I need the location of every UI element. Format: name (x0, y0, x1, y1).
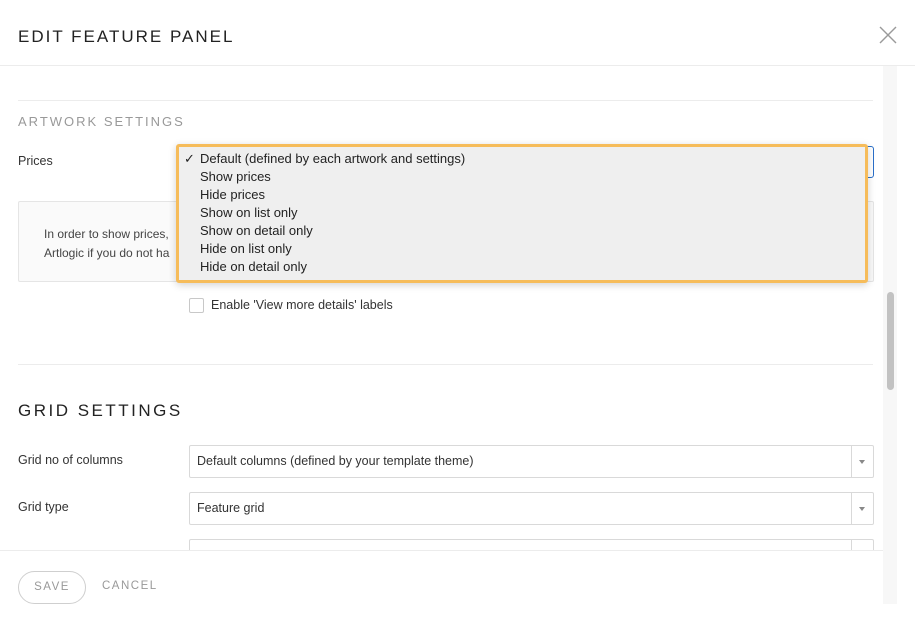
prices-option[interactable]: Hide prices (200, 187, 265, 202)
panel-content: ARTWORK SETTINGS Prices In order to show… (0, 66, 883, 550)
scrollbar-thumb[interactable] (887, 292, 894, 390)
prices-option[interactable]: Default (defined by each artwork and set… (200, 151, 465, 166)
save-button[interactable]: SAVE (18, 571, 86, 604)
close-icon[interactable] (878, 25, 898, 45)
panel-title: EDIT FEATURE PANEL (18, 27, 235, 46)
notice-line-2: Artlogic if you do not ha (44, 246, 170, 260)
prices-option[interactable]: Hide on list only (200, 241, 292, 256)
prices-option[interactable]: Show on list only (200, 205, 298, 220)
prices-option[interactable]: Show on detail only (200, 223, 313, 238)
view-more-details-checkbox[interactable] (189, 297, 204, 313)
view-more-details-label: Enable 'View more details' labels (211, 298, 393, 312)
section-divider (18, 364, 873, 365)
grid-columns-select[interactable]: Default columns (defined by your templat… (189, 445, 874, 478)
footer-divider (0, 550, 883, 551)
prices-dropdown-menu[interactable]: ✓ Default (defined by each artwork and s… (176, 144, 868, 283)
grid-type-label: Grid type (18, 500, 69, 514)
panel-header: EDIT FEATURE PANEL (0, 0, 915, 66)
grid-type-select[interactable]: Feature grid (189, 492, 874, 525)
grid-settings-heading: GRID SETTINGS (18, 401, 183, 420)
prices-label: Prices (18, 154, 53, 168)
section-divider (18, 100, 873, 101)
chevron-down-icon[interactable] (851, 540, 873, 550)
prices-option[interactable]: Hide on detail only (200, 259, 307, 274)
grid-columns-label: Grid no of columns (18, 453, 123, 467)
chevron-down-icon[interactable] (851, 493, 873, 524)
grid-type-value: Feature grid (197, 501, 265, 515)
view-more-details-row[interactable]: Enable 'View more details' labels (189, 297, 393, 313)
grid-columns-value: Default columns (defined by your templat… (197, 454, 474, 468)
cancel-button[interactable]: CANCEL (102, 580, 158, 592)
checkmark-icon: ✓ (184, 151, 195, 166)
artwork-settings-label: ARTWORK SETTINGS (18, 114, 185, 129)
next-setting-select[interactable] (189, 539, 874, 550)
notice-line-1: In order to show prices, (44, 227, 169, 241)
notice-text: In order to show prices, Artlogic if you… (44, 225, 184, 263)
prices-option[interactable]: Show prices (200, 169, 271, 184)
chevron-down-icon[interactable] (851, 446, 873, 477)
